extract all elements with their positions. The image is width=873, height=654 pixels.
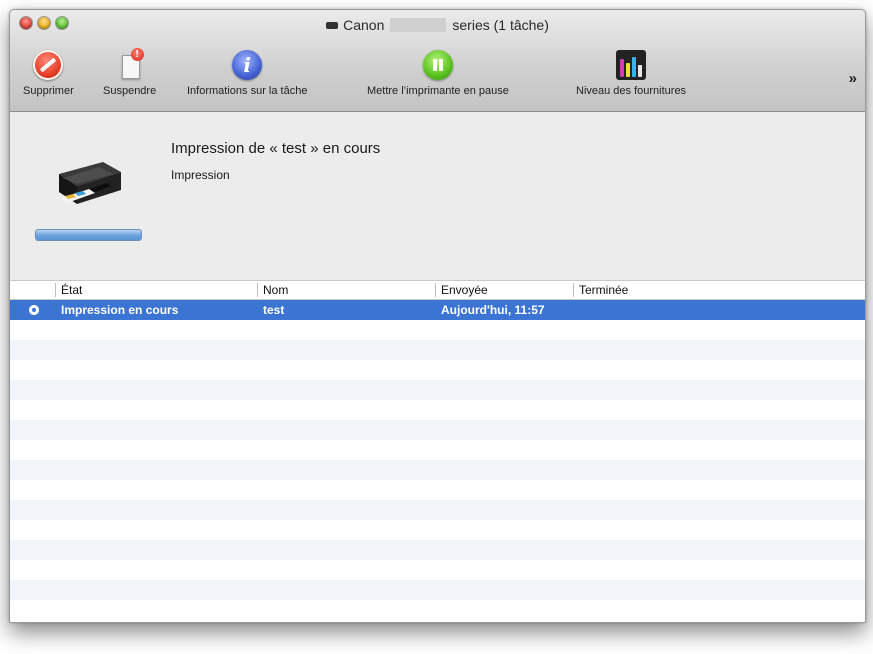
window-title: Canon series (1 tâche) bbox=[10, 17, 865, 33]
empty-row bbox=[10, 460, 865, 480]
alert-badge-icon: ! bbox=[130, 48, 144, 61]
delete-label: Supprimer bbox=[23, 85, 74, 97]
empty-row bbox=[10, 580, 865, 600]
cell-sent: Aujourd'hui, 11:57 bbox=[441, 303, 545, 317]
info-icon: i bbox=[232, 50, 263, 80]
empty-row bbox=[10, 440, 865, 460]
printer-device-icon bbox=[59, 162, 121, 204]
empty-row bbox=[10, 560, 865, 580]
supply-levels-label: Niveau des fournitures bbox=[576, 85, 687, 97]
printer-icon bbox=[326, 21, 339, 29]
ink-levels-icon bbox=[616, 50, 647, 80]
column-header-done[interactable]: Terminée bbox=[573, 283, 628, 297]
pause-icon bbox=[422, 50, 453, 80]
cell-name: test bbox=[263, 303, 285, 317]
column-header-name[interactable]: Nom bbox=[257, 283, 288, 297]
empty-row bbox=[10, 360, 865, 380]
job-info-label: Informations sur la tâche bbox=[187, 85, 308, 97]
job-progress-bar bbox=[35, 229, 142, 241]
empty-row bbox=[10, 320, 865, 340]
supply-levels-button[interactable]: Niveau des fournitures bbox=[576, 50, 686, 97]
suspend-button[interactable]: ! Suspendre bbox=[103, 48, 157, 97]
pause-printer-button[interactable]: Mettre l’imprimante en pause bbox=[367, 50, 509, 97]
empty-row bbox=[10, 520, 865, 540]
empty-row bbox=[10, 600, 865, 620]
suspend-icon: ! bbox=[115, 48, 145, 80]
toolbar-overflow-button[interactable]: » bbox=[849, 70, 857, 87]
toolbar: Supprimer ! Suspendre i Informations sur… bbox=[10, 48, 865, 110]
cell-state: Impression en cours bbox=[61, 303, 179, 317]
suspend-label: Suspendre bbox=[103, 85, 157, 97]
empty-row bbox=[10, 340, 865, 360]
empty-row bbox=[10, 500, 865, 520]
active-job-icon bbox=[29, 305, 39, 315]
job-table: État Nom Envoyée Terminée Impression en … bbox=[10, 281, 865, 622]
delete-icon bbox=[33, 50, 64, 80]
empty-row bbox=[10, 380, 865, 400]
table-row[interactable]: Impression en cours test Aujourd'hui, 11… bbox=[10, 300, 865, 320]
print-queue-window: Canon series (1 tâche) Supprimer ! Suspen… bbox=[9, 9, 866, 623]
empty-row bbox=[10, 540, 865, 560]
job-title: Impression de « test » en cours bbox=[171, 140, 381, 157]
redacted-model bbox=[390, 18, 447, 33]
empty-row bbox=[10, 400, 865, 420]
pause-printer-label: Mettre l’imprimante en pause bbox=[367, 85, 509, 97]
delete-button[interactable]: Supprimer bbox=[23, 50, 74, 97]
job-status-panel: Impression de « test » en cours Impressi… bbox=[10, 112, 865, 281]
column-header-state[interactable]: État bbox=[55, 283, 82, 297]
job-progress-fill bbox=[36, 230, 141, 240]
job-status-text: Impression bbox=[171, 168, 230, 182]
empty-row bbox=[10, 420, 865, 440]
title-bar: Canon series (1 tâche) Supprimer ! Suspen… bbox=[10, 10, 865, 112]
empty-row bbox=[10, 480, 865, 500]
title-prefix: Canon bbox=[343, 17, 385, 33]
title-suffix: series (1 tâche) bbox=[452, 17, 549, 33]
job-info-button[interactable]: i Informations sur la tâche bbox=[187, 50, 307, 97]
job-table-header: État Nom Envoyée Terminée bbox=[10, 281, 865, 300]
column-header-sent[interactable]: Envoyée bbox=[435, 283, 488, 297]
